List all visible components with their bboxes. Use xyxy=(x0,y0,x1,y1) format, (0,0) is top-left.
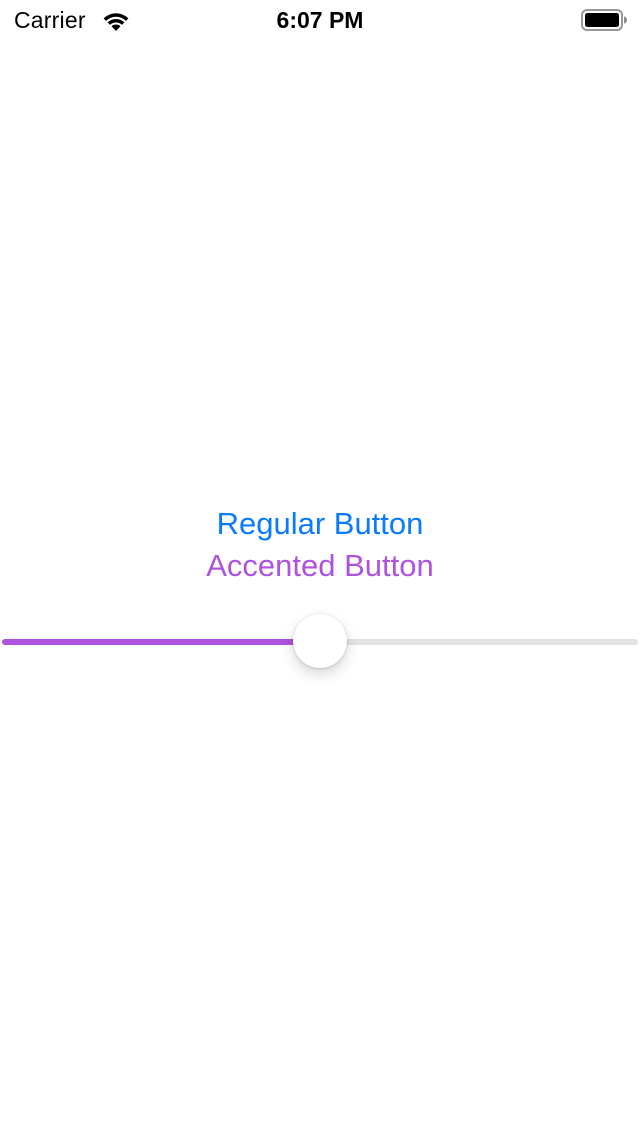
regular-button[interactable]: Regular Button xyxy=(217,503,424,545)
slider[interactable] xyxy=(2,612,638,670)
status-bar: Carrier 6:07 PM xyxy=(0,0,640,40)
button-stack: Regular Button Accented Button xyxy=(0,503,640,587)
slider-fill xyxy=(2,639,320,645)
accented-button[interactable]: Accented Button xyxy=(206,545,434,587)
battery-icon xyxy=(581,9,627,31)
slider-thumb[interactable] xyxy=(293,614,347,668)
status-time: 6:07 PM xyxy=(276,7,364,33)
